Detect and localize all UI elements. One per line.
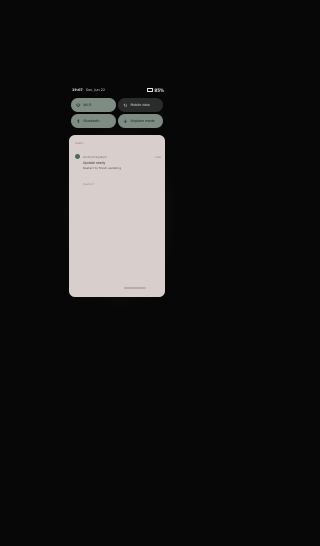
notification-title: Update ready — [83, 161, 106, 165]
mobile-data-icon — [123, 103, 127, 107]
status-date: Sun, Jun 22 — [85, 88, 106, 92]
notification-body: Restart to finish updating — [83, 166, 122, 170]
tile-wifi[interactable]: Wi-Fi — [71, 98, 116, 112]
notification-app: Android System — [83, 154, 107, 159]
status-bar: 19:07 Sun, Jun 22 85% — [72, 85, 164, 95]
section-label: Silent — [75, 141, 84, 145]
notification-time: now — [154, 154, 161, 159]
airplane-icon — [123, 119, 127, 123]
tile-bluetooth[interactable]: Bluetooth — [71, 114, 116, 128]
tile-mobile-data[interactable]: Mobile data — [118, 98, 163, 112]
notification-action-button[interactable]: Restart — [83, 182, 94, 186]
tile-label: Mobile data — [130, 103, 150, 107]
status-right: 85% — [146, 87, 164, 93]
tile-label: Airplane mode — [130, 119, 155, 123]
tile-label: Wi-Fi — [83, 103, 92, 107]
bluetooth-icon — [77, 118, 80, 124]
battery-icon — [146, 87, 153, 93]
app-icon — [75, 154, 80, 159]
battery-percent: 85% — [154, 87, 164, 93]
wifi-icon — [76, 103, 81, 108]
status-time: 19:07 — [72, 88, 83, 92]
notification-panel: Silent — [69, 135, 165, 297]
tile-airplane-mode[interactable]: Airplane mode — [118, 114, 163, 128]
panel-drag-handle[interactable] — [124, 287, 146, 289]
tile-label: Bluetooth — [83, 119, 100, 123]
